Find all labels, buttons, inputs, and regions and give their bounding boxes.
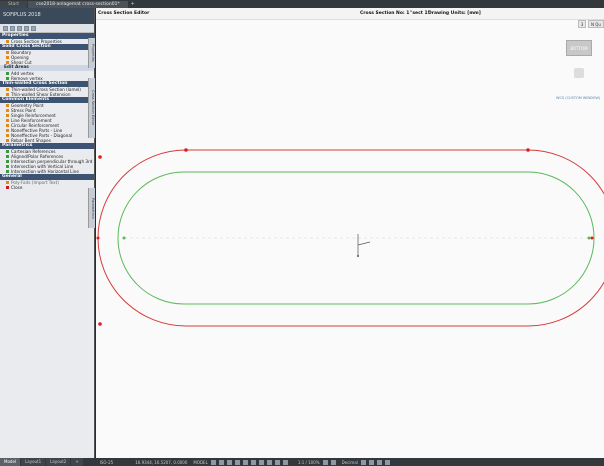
remove-vertex-icon xyxy=(6,76,9,80)
tab-layout2[interactable]: Layout2 xyxy=(46,458,71,466)
toolbar-icon[interactable] xyxy=(24,25,29,31)
intersection-icon xyxy=(6,159,9,163)
editor-info-bar: Cross Section Editor Cross Section No: 1… xyxy=(96,8,604,20)
annotation-visibility-icon[interactable] xyxy=(282,459,288,465)
shear-extension-icon xyxy=(6,92,9,96)
reinforcement-icon xyxy=(6,118,9,122)
item-label: Thin-walled Shear Extension xyxy=(11,91,71,97)
title-bar: Start cse2018-anlagemat cross-section01*… xyxy=(0,0,604,8)
app-name: SOFiPLUS 2018 xyxy=(0,8,94,24)
wcs-label[interactable]: WCS (CUSTOM WINDOW) xyxy=(556,96,600,100)
reference-icon xyxy=(6,154,9,158)
list-item[interactable]: Close xyxy=(0,185,94,190)
drawing-canvas[interactable]: Cross Section Editor Cross Section No: 1… xyxy=(96,8,604,458)
isolate-objects-icon[interactable] xyxy=(376,459,382,465)
close-icon xyxy=(6,185,9,189)
item-label: Rebar Bent Shapes xyxy=(11,137,51,143)
add-vertex-icon xyxy=(6,71,9,75)
lineweight-icon[interactable] xyxy=(258,459,264,465)
lock-ui-icon[interactable] xyxy=(368,459,374,465)
vertex-point[interactable] xyxy=(526,148,530,152)
inner-point[interactable] xyxy=(587,236,591,240)
annotation-scale[interactable]: ISO-25 xyxy=(100,460,114,465)
tab-layout1[interactable]: Layout1 xyxy=(21,458,46,466)
vertex-point[interactable] xyxy=(184,148,188,152)
property-icon xyxy=(6,40,9,43)
toolbar-icon[interactable] xyxy=(3,25,8,31)
tab-model[interactable]: Model xyxy=(0,458,21,466)
thin-walled-icon xyxy=(6,87,9,91)
vertical-tab-properties[interactable]: Properties xyxy=(88,38,95,68)
reinforcement-icon xyxy=(6,113,9,117)
vertical-tab-parametrics[interactable]: Parametrics xyxy=(88,188,95,228)
view-cube[interactable]: BOTTOM xyxy=(566,40,592,56)
polar-icon[interactable] xyxy=(234,459,240,465)
model-space-toggle[interactable]: MODEL xyxy=(193,460,207,465)
intersection-icon xyxy=(6,164,9,168)
drawing-units: Drawing Units: [mm] xyxy=(428,11,481,16)
snap-icon[interactable] xyxy=(218,459,224,465)
toolbar-icon[interactable] xyxy=(31,25,36,31)
vertex-point[interactable] xyxy=(590,236,594,240)
ortho-icon[interactable] xyxy=(226,459,232,465)
point-icon xyxy=(6,103,9,107)
cross-section-number: Cross Section No: 1 xyxy=(360,11,410,16)
vertex-point[interactable] xyxy=(98,155,102,159)
grid-icon[interactable] xyxy=(210,459,216,465)
new-tab-button[interactable]: + xyxy=(129,1,137,8)
item-label: Remove vertex xyxy=(11,75,43,81)
intersection-icon xyxy=(6,169,9,173)
vertex-point[interactable] xyxy=(98,322,102,326)
item-label: Intersection with Horizontal Line xyxy=(11,168,79,174)
cross-section-drawing[interactable] xyxy=(96,20,604,458)
panel-toolbar xyxy=(0,24,94,33)
left-panel: SOFiPLUS 2018 Properties Cross Section P… xyxy=(0,8,95,458)
zoom-scale[interactable]: 1:1 / 100% xyxy=(298,460,320,465)
noneffective-icon xyxy=(6,128,9,132)
rebar-icon xyxy=(6,138,9,142)
quick-properties-icon[interactable] xyxy=(360,459,366,465)
units-display[interactable]: Decimal xyxy=(342,460,358,465)
cross-section-name: "sect 1" xyxy=(410,11,430,16)
tab-start[interactable]: Start xyxy=(0,1,27,8)
point-icon xyxy=(6,108,9,112)
osnap-icon[interactable] xyxy=(242,459,248,465)
opening-icon xyxy=(6,56,9,59)
ucs-icon xyxy=(357,234,371,257)
plus-icon[interactable] xyxy=(330,459,336,465)
import-icon xyxy=(6,180,9,184)
selection-cycling-icon[interactable] xyxy=(274,459,280,465)
boundary-icon xyxy=(6,51,9,54)
toolbar-icon[interactable] xyxy=(17,25,22,31)
tab-drawing[interactable]: cse2018-anlagemat cross-section01* xyxy=(28,1,128,8)
noneffective-icon xyxy=(6,133,9,137)
inner-point[interactable] xyxy=(122,236,126,240)
vertical-tab-editor[interactable]: Cross Section Editor xyxy=(88,78,95,138)
transparency-icon[interactable] xyxy=(266,459,272,465)
reference-icon xyxy=(6,149,9,153)
item-label: Close xyxy=(11,184,23,190)
status-bar: Model Layout1 Layout2 + ISO-25 16.9344, … xyxy=(0,458,604,466)
shear-cut-icon xyxy=(6,61,9,64)
otrack-icon[interactable] xyxy=(250,459,256,465)
editor-title: Cross Section Editor xyxy=(98,11,150,16)
workspace-gear-icon[interactable] xyxy=(322,459,328,465)
toolbar-icon[interactable] xyxy=(10,25,15,31)
customize-icon[interactable] xyxy=(384,459,390,465)
vertex-point[interactable] xyxy=(96,236,100,240)
add-layout-button[interactable]: + xyxy=(71,458,83,466)
cursor-coordinates: 16.9344, 16.5207, 0.0000 xyxy=(135,459,188,465)
navigation-wheel-icon[interactable] xyxy=(574,68,584,78)
reinforcement-icon xyxy=(6,123,9,127)
